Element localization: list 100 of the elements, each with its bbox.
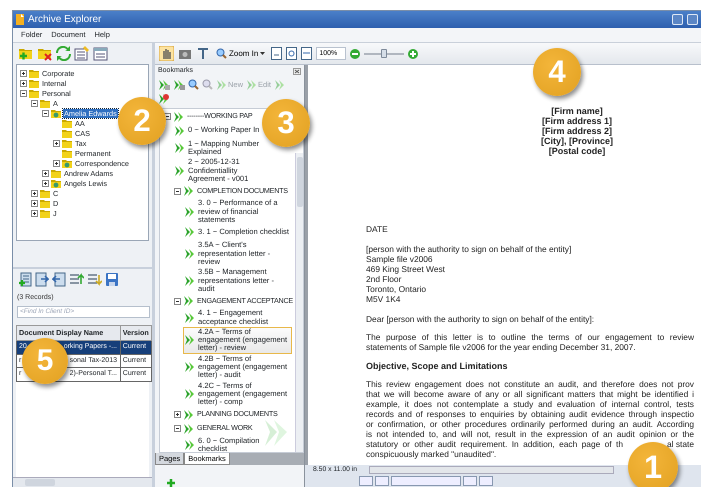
vertical-scrollbar[interactable] xyxy=(295,152,303,452)
bookmark-icon xyxy=(174,124,185,136)
bookmark-icon xyxy=(174,142,185,154)
address-line: Toronto, Ontario xyxy=(366,284,428,294)
address-line: Sample file v2006 xyxy=(366,254,434,264)
expand-toggle[interactable] xyxy=(174,425,181,432)
bookmark-icon xyxy=(184,438,195,451)
text-line: This review engagement does not constitute an audit, and therefore does not prov xyxy=(366,379,694,389)
actual-size-icon[interactable] xyxy=(271,47,282,60)
header-line: [Firm address 1] xyxy=(540,116,614,126)
expand-toggle[interactable] xyxy=(20,80,27,86)
folder-icon xyxy=(29,88,39,98)
zoom-in-icon[interactable] xyxy=(408,48,418,58)
salutation: Dear [person with the authority to sign on behalf of the entity]: xyxy=(366,314,596,324)
next-page-button[interactable] xyxy=(463,476,477,486)
text-line: statutory or other audit requirement. In addition, each page of th xyxy=(366,439,623,449)
fit-page-icon[interactable] xyxy=(286,47,298,60)
expand-toggle[interactable] xyxy=(31,200,38,206)
expand-toggle[interactable] xyxy=(174,188,181,195)
first-page-button[interactable] xyxy=(359,476,373,486)
page-field[interactable] xyxy=(391,476,461,486)
bookmark-icon xyxy=(263,418,289,448)
save-icon[interactable] xyxy=(105,272,119,287)
bookmark-icon xyxy=(184,274,195,287)
maximize-button[interactable] xyxy=(687,14,698,25)
folder-icon xyxy=(40,188,50,198)
plus-icon[interactable] xyxy=(167,478,175,487)
horizontal-scrollbar[interactable] xyxy=(13,477,152,487)
zoom-out-icon[interactable] xyxy=(350,48,360,58)
bookmark-icon xyxy=(184,226,195,238)
section-heading: Objective, Scope and Limitations xyxy=(366,361,509,371)
document-plus-icon[interactable] xyxy=(18,272,32,287)
bookmark-expand-icon[interactable] xyxy=(158,78,170,90)
client-folder-icon xyxy=(62,158,72,168)
app-icon xyxy=(16,14,24,25)
expand-toggle[interactable] xyxy=(42,180,49,186)
fit-width-icon[interactable] xyxy=(301,47,312,60)
folder-icon xyxy=(62,128,72,138)
bookmark-icon xyxy=(184,334,195,346)
date-line: DATE xyxy=(366,224,389,234)
expand-toggle[interactable] xyxy=(164,113,171,120)
bookmark-icon xyxy=(174,164,185,177)
folder-delete-icon[interactable] xyxy=(37,46,53,61)
folder-icon xyxy=(29,68,39,78)
bookmark-icon xyxy=(216,78,227,90)
expand-toggle[interactable] xyxy=(20,90,27,96)
client-folder-icon xyxy=(51,178,61,188)
expand-toggle[interactable] xyxy=(174,298,181,305)
document-export-icon[interactable] xyxy=(35,272,49,287)
expand-toggle[interactable] xyxy=(20,70,27,76)
expand-toggle[interactable] xyxy=(42,110,49,116)
bookmark-icon xyxy=(246,78,258,90)
expand-toggle[interactable] xyxy=(31,190,38,196)
text-line: example, it does not contemplate a study and evaluation of internal control, tests xyxy=(366,399,694,409)
folder-icon xyxy=(40,98,50,108)
magnifier-plus-icon[interactable] xyxy=(188,79,199,90)
text-line: al state xyxy=(666,439,694,449)
expand-toggle[interactable] xyxy=(174,411,181,418)
address-line: M5V 1K4 xyxy=(366,294,402,304)
folder-plus-icon[interactable] xyxy=(18,46,34,61)
minimize-button[interactable] xyxy=(672,14,683,25)
expand-toggle[interactable] xyxy=(53,160,60,166)
folder-icon xyxy=(62,118,72,128)
expand-toggle[interactable] xyxy=(53,140,60,146)
text-line: conspicuously marked "unaudited". xyxy=(366,449,498,459)
text-line: that we will become aware of any or all significant matters that might be identified i xyxy=(366,389,694,399)
window-title: Archive Explorer xyxy=(28,13,102,27)
close-icon[interactable] xyxy=(293,68,301,75)
form-icon[interactable] xyxy=(93,46,109,61)
text-line: statements of Sample file v2006 for the year ending December 31, 2007. xyxy=(366,342,637,352)
header-line: [Postal code] xyxy=(548,146,606,156)
text-select-icon[interactable] xyxy=(196,46,210,60)
bookmark-icon xyxy=(184,206,195,218)
magnifier-minus-icon[interactable] xyxy=(202,79,213,90)
list-up-icon[interactable] xyxy=(69,272,84,287)
bookmark-icon xyxy=(184,312,195,324)
bookmark-delete-icon[interactable] xyxy=(158,92,170,104)
expand-toggle[interactable] xyxy=(31,100,38,106)
zoom-in-button[interactable]: Zoom In xyxy=(214,48,268,60)
folder-icon xyxy=(29,78,39,88)
bookmark-icon xyxy=(183,185,194,198)
list-down-icon[interactable] xyxy=(87,272,102,287)
slider-thumb[interactable] xyxy=(381,48,388,58)
folder-icon xyxy=(62,138,72,148)
header-line: [City], [Province] xyxy=(540,136,614,146)
folder-icon xyxy=(40,198,50,208)
form-edit-icon[interactable] xyxy=(74,46,90,61)
expand-toggle[interactable] xyxy=(42,170,49,176)
bookmark-icon xyxy=(184,248,195,260)
horizontal-scrollbar[interactable] xyxy=(369,466,614,474)
bookmark-icon xyxy=(184,361,195,374)
expand-toggle[interactable] xyxy=(31,210,38,216)
bookmark-collapse-icon[interactable] xyxy=(173,78,185,90)
text-line: records and of responses to enquiries by obtaining audit evidence through inspectio xyxy=(366,409,694,419)
text-line: is not intended to, and will not, result in the expression of an audit opinion or the xyxy=(366,429,694,439)
text-line: The purpose of this letter is to outline the terms of our engagement to review xyxy=(366,332,694,342)
previous-page-button[interactable] xyxy=(375,476,389,486)
folder-icon xyxy=(40,208,50,218)
document-import-icon[interactable] xyxy=(52,272,66,287)
last-page-button[interactable] xyxy=(479,476,493,486)
